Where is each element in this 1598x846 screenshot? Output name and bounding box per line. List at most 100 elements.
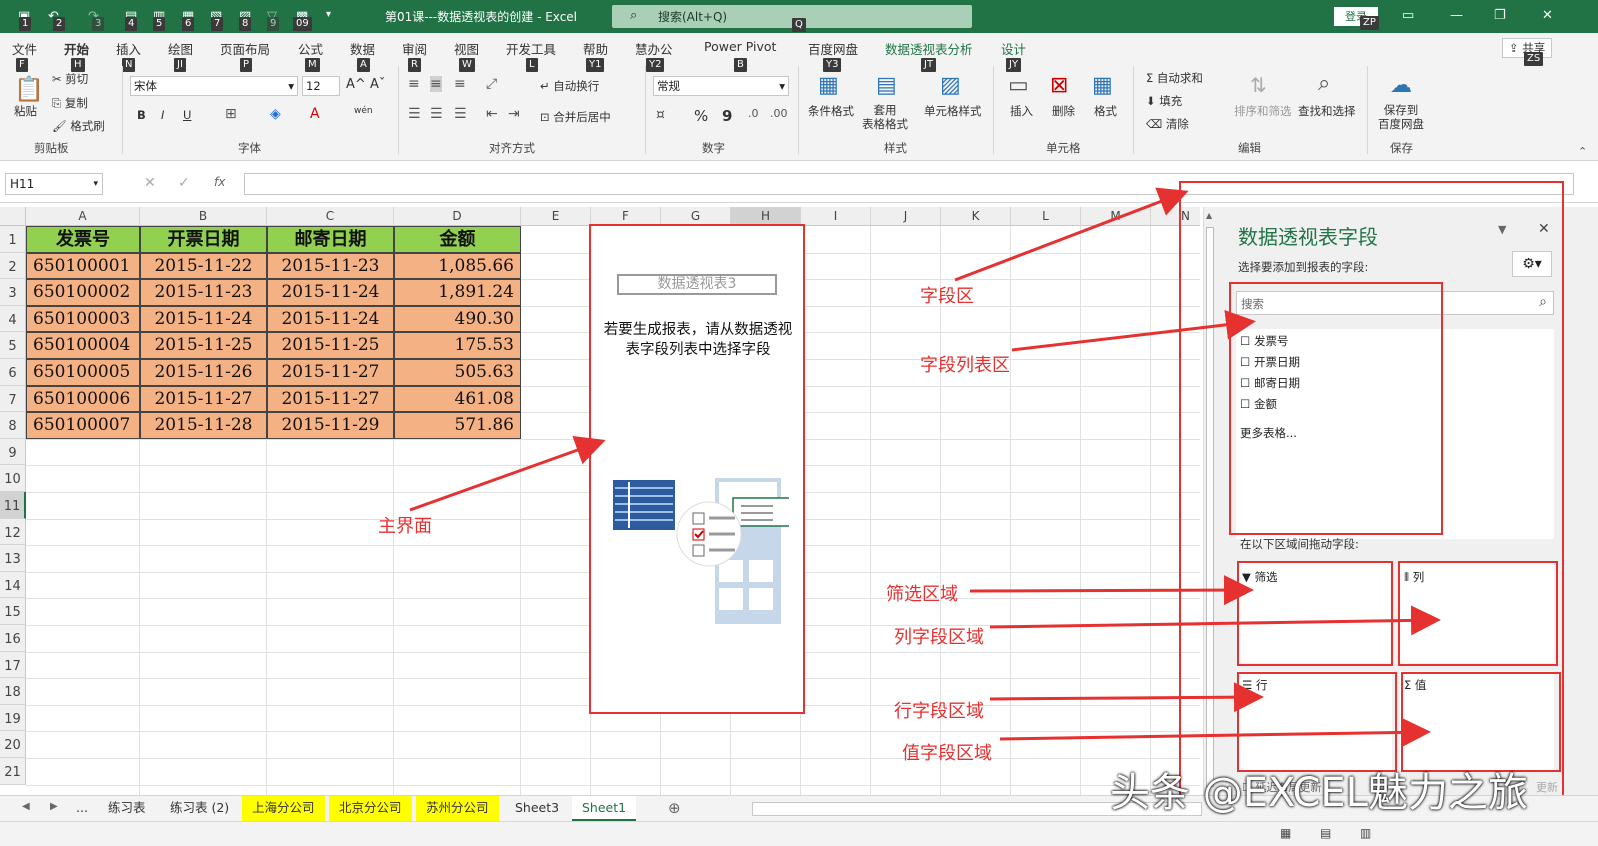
currency-icon[interactable]: ¤ [656,107,665,123]
copy-button[interactable]: ⎘ 复制 [52,95,88,111]
insert-cells-icon[interactable]: ▭ [1008,73,1029,98]
prev-sheet-icon[interactable]: ◀ [22,801,30,812]
row-header[interactable]: 9 [0,438,26,466]
paste-icon[interactable]: 📋 [14,75,44,103]
pivot-placeholder[interactable]: 数据透视表3 若要生成报表，请从数据透视 表字段列表中选择字段 [589,224,805,714]
page-break-icon[interactable]: ▥ [1360,826,1371,840]
table-header-cell[interactable]: 开票日期 [140,226,267,253]
table-header-cell[interactable]: 发票号 [26,226,140,253]
column-header[interactable]: I [801,207,871,226]
row-header[interactable]: 16 [0,625,26,652]
cell-styles-button[interactable]: 单元格样式 [924,103,982,119]
align-left-icon[interactable]: ☰ [408,106,421,122]
column-header[interactable]: D [394,207,521,226]
cut-button[interactable]: ✂ 剪切 [52,71,88,87]
paste-button[interactable]: 粘贴 [14,103,37,119]
tab-page-layout[interactable]: 页面布局 [220,39,270,58]
table-cell[interactable]: 650100005 [26,359,140,386]
sheet-tab[interactable]: 上海分公司 [242,796,325,821]
row-header[interactable]: 11 [0,492,26,519]
table-cell[interactable]: 2015-11-27 [267,359,394,386]
tab-review[interactable]: 审阅 [402,39,427,58]
tab-formulas[interactable]: 公式 [298,39,323,58]
tab-baidu-pan[interactable]: 百度网盘 [808,39,858,58]
table-cell[interactable]: 2015-11-25 [140,332,267,359]
minimize-icon[interactable]: — [1450,8,1463,23]
row-header[interactable]: 2 [0,252,26,280]
row-header[interactable]: 1 [0,226,26,253]
clear-button[interactable]: ⌫ 清除 [1146,116,1189,132]
autosum-button[interactable]: Σ 自动求和 [1146,70,1203,86]
table-cell[interactable]: 2015-11-29 [267,412,394,439]
row-header[interactable]: 19 [0,704,26,732]
table-cell[interactable]: 2015-11-24 [140,305,267,333]
align-bottom-icon[interactable]: ≡ [454,76,466,92]
column-header[interactable]: M [1081,207,1151,226]
insert-cells-button[interactable]: 插入 [1010,103,1033,119]
sort-filter-button[interactable]: 排序和筛选 [1234,103,1292,119]
table-cell[interactable]: 461.08 [394,385,521,413]
tab-pivot-analyze[interactable]: 数据透视表分析 [885,39,973,58]
column-header[interactable]: B [140,207,267,226]
add-sheet-icon[interactable]: ⊕ [668,799,681,817]
sheet-tab[interactable]: 练习表 (2) [160,796,239,821]
row-header[interactable]: 6 [0,359,26,386]
column-header[interactable]: K [941,207,1011,226]
tab-file[interactable]: 文件 [12,39,37,58]
tab-developer[interactable]: 开发工具 [506,39,556,58]
format-cells-icon[interactable]: ▦ [1092,73,1113,98]
row-header[interactable]: 8 [0,412,26,439]
sheet-tab-active[interactable]: Sheet1 [572,796,637,821]
fill-button[interactable]: ⬇ 填充 [1146,93,1182,109]
sort-filter-icon[interactable]: ⇅ [1250,73,1267,97]
tab-pivot-design[interactable]: 设计 [1001,39,1026,58]
underline-button[interactable]: U [183,108,191,122]
bold-button[interactable]: B [137,108,146,122]
table-format-button[interactable]: 套用 表格格式 [862,103,908,131]
row-header[interactable]: 17 [0,651,26,679]
sheet-tab[interactable]: Sheet3 [505,796,569,821]
grow-font-button[interactable]: A^ [346,77,366,92]
tab-help[interactable]: 帮助 [583,39,608,58]
table-cell[interactable]: 505.63 [394,359,521,386]
table-cell[interactable]: 650100001 [26,252,140,280]
tab-data[interactable]: 数据 [350,39,375,58]
table-cell[interactable]: 1,891.24 [394,279,521,306]
row-header[interactable]: 4 [0,305,26,333]
sheet-tab-more[interactable]: ... [66,796,98,821]
row-header[interactable]: 14 [0,571,26,599]
italic-button[interactable]: I [161,108,164,122]
table-cell[interactable]: 2015-11-23 [140,279,267,306]
column-header[interactable]: L [1011,207,1081,226]
collapse-ribbon-icon[interactable]: ⌃ [1578,145,1587,158]
enter-icon[interactable]: ✓ [178,175,190,191]
column-header[interactable]: C [267,207,394,226]
orientation-icon[interactable]: ⤢ [486,76,497,92]
row-header[interactable]: 20 [0,731,26,758]
delete-cells-button[interactable]: 删除 [1052,103,1075,119]
table-cell[interactable]: 571.86 [394,412,521,439]
percent-button[interactable]: % [694,107,708,125]
tab-insert[interactable]: 插入 [116,39,141,58]
find-select-icon[interactable]: ⌕ [1318,71,1330,96]
table-cell[interactable]: 175.53 [394,332,521,359]
wrap-text-button[interactable]: ↵ 自动换行 [540,78,599,94]
maximize-icon[interactable]: ❐ [1494,8,1506,23]
close-icon[interactable]: ✕ [1542,8,1553,23]
row-header[interactable]: 7 [0,385,26,413]
align-top-icon[interactable]: ≡ [408,76,420,92]
page-layout-icon[interactable]: ▤ [1320,826,1331,840]
cancel-icon[interactable]: ✕ [144,175,156,191]
customize-qat-icon[interactable]: ▾ [326,9,331,20]
increase-decimal-icon[interactable]: .0 [748,107,759,120]
column-header[interactable]: E [521,207,591,226]
table-header-cell[interactable]: 邮寄日期 [267,226,394,253]
decrease-indent-icon[interactable]: ⇤ [486,106,498,122]
sheet-tab[interactable]: 苏州分公司 [416,796,499,821]
column-header[interactable]: J [871,207,941,226]
table-cell[interactable]: 490.30 [394,305,521,333]
row-header[interactable]: 18 [0,678,26,705]
align-middle-icon[interactable]: ≡ [430,76,442,92]
shrink-font-button[interactable]: Aˇ [370,77,385,92]
border-icon[interactable]: ⊞ [225,106,237,122]
